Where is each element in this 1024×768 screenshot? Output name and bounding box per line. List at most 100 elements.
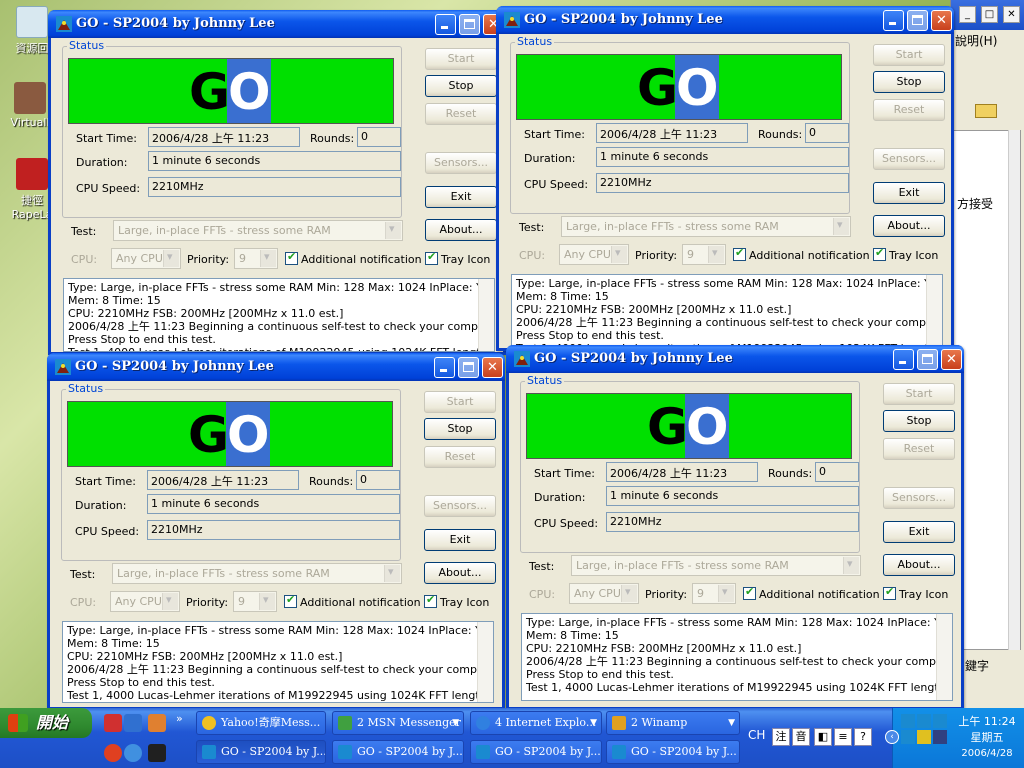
ie-icon[interactable] — [124, 744, 142, 762]
cpu-select[interactable]: Any CPU — [111, 248, 181, 269]
taskbar-button-go-1[interactable]: GO - SP2004 by J... — [196, 740, 326, 764]
help-menu[interactable]: 說明(H) — [955, 32, 997, 49]
exit-button[interactable]: Exit — [883, 521, 955, 543]
exit-button[interactable]: Exit — [425, 186, 497, 208]
close-icon[interactable]: ✕ — [1003, 6, 1020, 23]
ime-icon[interactable]: 注 — [772, 728, 790, 746]
start-button[interactable]: Start — [873, 44, 945, 66]
stop-button[interactable]: Stop — [425, 75, 497, 97]
sensors-button[interactable]: Sensors... — [424, 495, 496, 517]
log-output[interactable]: Type: Large, in-place FFTs - stress some… — [521, 613, 953, 701]
cpu-select[interactable]: Any CPU — [569, 583, 639, 604]
ime-input-icon[interactable]: ≡ — [834, 728, 852, 746]
exit-button[interactable]: Exit — [873, 182, 945, 204]
sensors-button[interactable]: Sensors... — [873, 148, 945, 170]
window-titlebar[interactable]: GO - SP2004 by Johnny Lee ✕ — [48, 10, 506, 38]
log-scrollbar[interactable] — [926, 275, 942, 347]
reset-button[interactable]: Reset — [425, 103, 497, 125]
stop-button[interactable]: Stop — [873, 71, 945, 93]
tray-icon-checkbox[interactable] — [873, 246, 886, 261]
additional-notification-checkbox[interactable] — [733, 246, 746, 261]
minimize-button[interactable] — [435, 14, 456, 35]
log-output[interactable]: Type: Large, in-place FFTs - stress some… — [511, 274, 943, 348]
log-output[interactable]: Type: Large, in-place FFTs - stress some… — [62, 621, 494, 703]
priority-select[interactable]: 9 — [234, 248, 278, 269]
additional-notification-checkbox[interactable] — [284, 593, 297, 608]
about-button[interactable]: About... — [425, 219, 497, 241]
exit-button[interactable]: Exit — [424, 529, 496, 551]
go-tray-icon[interactable] — [933, 714, 947, 728]
go-window-3[interactable]: GO - SP2004 by Johnny Lee ✕ Status G O S… — [47, 353, 505, 710]
additional-notification-checkbox[interactable] — [285, 250, 298, 265]
window-titlebar[interactable]: GO - SP2004 by Johnny Lee ✕ — [47, 353, 505, 381]
tray-icon-checkbox[interactable] — [425, 250, 438, 265]
desktop-icon-virtual[interactable]: Virtuall — [6, 82, 54, 129]
chevron-more-icon[interactable]: » — [176, 712, 183, 725]
cpu-select[interactable]: Any CPU — [559, 244, 629, 265]
ime-mode-icon[interactable]: ◧ — [814, 728, 832, 746]
close-button[interactable]: ✕ — [941, 349, 962, 370]
close-button[interactable]: ✕ — [931, 10, 952, 31]
start-button[interactable]: 開始 — [0, 708, 92, 738]
help-icon[interactable]: ? — [854, 728, 872, 746]
reset-button[interactable]: Reset — [873, 99, 945, 121]
test-select[interactable]: Large, in-place FFTs - stress some RAM — [561, 216, 851, 237]
taskbar-button-go-3[interactable]: GO - SP2004 by J... — [470, 740, 602, 764]
taskbar-button-msn[interactable]: 2 MSN Messenger ▼ — [332, 711, 464, 735]
about-button[interactable]: About... — [424, 562, 496, 584]
priority-select[interactable]: 9 — [682, 244, 726, 265]
log-scrollbar[interactable] — [477, 622, 493, 702]
about-button[interactable]: About... — [883, 554, 955, 576]
tray-icon-checkbox[interactable] — [883, 585, 896, 600]
log-output[interactable]: Type: Large, in-place FFTs - stress some… — [63, 278, 495, 352]
acrobat-icon[interactable] — [104, 714, 122, 732]
priority-select[interactable]: 9 — [692, 583, 736, 604]
vertical-scrollbar[interactable] — [1008, 130, 1020, 650]
log-scrollbar[interactable] — [478, 279, 494, 351]
clock[interactable]: 上午 11:24 星期五 2006/4/28 — [955, 714, 1019, 762]
go-window-4[interactable]: GO - SP2004 by Johnny Lee ✕ Status G O S… — [506, 345, 964, 710]
taskbar-button-go-4[interactable]: GO - SP2004 by J... — [606, 740, 740, 764]
stop-button[interactable]: Stop — [883, 410, 955, 432]
tray-icon-checkbox[interactable] — [424, 593, 437, 608]
minimize-button[interactable] — [893, 349, 914, 370]
language-indicator[interactable]: CH — [748, 728, 765, 742]
firefox-icon[interactable] — [104, 744, 122, 762]
close-button[interactable]: ✕ — [482, 357, 503, 378]
cpu-select[interactable]: Any CPU — [110, 591, 180, 612]
go-window-1[interactable]: GO - SP2004 by Johnny Lee ✕ Status G O S… — [48, 10, 506, 355]
about-button[interactable]: About... — [873, 215, 945, 237]
test-select[interactable]: Large, in-place FFTs - stress some RAM — [571, 555, 861, 576]
go-window-2[interactable]: GO - SP2004 by Johnny Lee ✕ Status G O S… — [496, 6, 954, 351]
window-titlebar[interactable]: GO - SP2004 by Johnny Lee ✕ — [496, 6, 954, 34]
go-tray-icon[interactable] — [901, 730, 915, 744]
monitor-tray-icon[interactable] — [933, 730, 947, 744]
chevron-left-icon[interactable]: ‹ — [885, 730, 899, 744]
go-tray-icon[interactable] — [917, 714, 931, 728]
taskbar-button-go-2[interactable]: GO - SP2004 by J... — [332, 740, 464, 764]
thrl-icon[interactable] — [148, 744, 166, 762]
taskbar-button-winamp[interactable]: 2 Winamp ▼ — [606, 711, 740, 735]
taskbar-button-yahoo[interactable]: Yahoo!奇摩Mess... — [196, 711, 326, 735]
reset-button[interactable]: Reset — [424, 446, 496, 468]
start-button[interactable]: Start — [425, 48, 497, 70]
word-icon[interactable] — [124, 714, 142, 732]
test-select[interactable]: Large, in-place FFTs - stress some RAM — [112, 563, 402, 584]
minimize-icon[interactable]: _ — [959, 6, 976, 23]
start-button[interactable]: Start — [424, 391, 496, 413]
sensors-button[interactable]: Sensors... — [425, 152, 497, 174]
maximize-icon[interactable]: □ — [981, 6, 998, 23]
app-icon[interactable] — [148, 714, 166, 732]
minimize-button[interactable] — [883, 10, 904, 31]
star-tray-icon[interactable] — [917, 730, 931, 744]
reset-button[interactable]: Reset — [883, 438, 955, 460]
log-scrollbar[interactable] — [936, 614, 952, 700]
test-select[interactable]: Large, in-place FFTs - stress some RAM — [113, 220, 403, 241]
stop-button[interactable]: Stop — [424, 418, 496, 440]
priority-select[interactable]: 9 — [233, 591, 277, 612]
additional-notification-checkbox[interactable] — [743, 585, 756, 600]
sensors-button[interactable]: Sensors... — [883, 487, 955, 509]
ime-icon[interactable]: 音 — [792, 728, 810, 746]
mail-icon[interactable] — [975, 104, 997, 118]
go-tray-icon[interactable] — [901, 714, 915, 728]
